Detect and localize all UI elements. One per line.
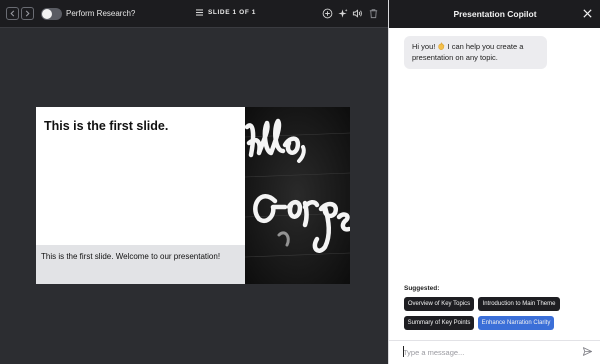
- speaker-icon: [352, 9, 362, 18]
- chevron-right-icon: [25, 10, 30, 17]
- research-toggle-label: Perform Research?: [66, 9, 136, 18]
- add-slide-button[interactable]: [322, 8, 333, 19]
- slide-canvas: This is the first slide. This is the fir…: [0, 29, 388, 364]
- slide-caption[interactable]: This is the first slide. Welcome to our …: [41, 252, 220, 261]
- delete-slide-button[interactable]: [368, 8, 379, 19]
- suggestion-chip[interactable]: Introduction to Main Theme: [478, 297, 560, 311]
- send-icon[interactable]: [582, 346, 593, 357]
- input-divider: [389, 340, 600, 341]
- suggested-label: Suggested:: [404, 285, 440, 292]
- list-icon: [196, 9, 203, 16]
- sparkle-icon: [338, 8, 348, 18]
- waving-hand-icon: [438, 42, 445, 50]
- next-slide-button[interactable]: [21, 7, 34, 20]
- assistant-message: Hi you! I can help you create a presenta…: [404, 36, 547, 69]
- suggestion-chip[interactable]: Summary of Key Points: [404, 316, 474, 330]
- chevron-left-icon: [10, 10, 15, 17]
- add-slide-icon: [322, 8, 333, 19]
- copilot-header: Presentation Copilot: [389, 0, 600, 28]
- previous-slide-button[interactable]: [6, 7, 19, 20]
- slide-1[interactable]: This is the first slide. This is the fir…: [36, 107, 350, 284]
- slide-editor: Perform Research? SLIDE 1 OF 1 This is t…: [0, 0, 388, 364]
- text-caret: [403, 346, 404, 357]
- narration-button[interactable]: [352, 8, 363, 19]
- research-toggle[interactable]: [41, 8, 62, 20]
- suggestion-chip-highlighted[interactable]: Enhance Narration Clarity: [478, 316, 554, 330]
- greeting-start: Hi you!: [412, 42, 436, 51]
- slide-image[interactable]: [245, 107, 350, 284]
- message-input[interactable]: [403, 345, 563, 359]
- slide-title[interactable]: This is the first slide.: [44, 119, 168, 133]
- toggle-knob: [42, 9, 52, 19]
- suggestion-chip[interactable]: Overview of Key Topics: [404, 297, 474, 311]
- slide-indicator: SLIDE 1 OF 1: [196, 9, 256, 16]
- neon-sign-photo: [245, 107, 350, 284]
- slide-indicator-text: SLIDE 1 OF 1: [208, 9, 257, 16]
- app-window: Perform Research? SLIDE 1 OF 1 This is t…: [0, 0, 600, 364]
- trash-icon: [369, 9, 378, 19]
- copilot-panel: Presentation Copilot Hi you! I can help …: [388, 0, 600, 364]
- copilot-title: Presentation Copilot: [453, 9, 537, 19]
- slide-caption-box: [36, 245, 245, 284]
- editor-toolbar: Perform Research? SLIDE 1 OF 1: [0, 0, 388, 28]
- close-icon[interactable]: [582, 8, 593, 19]
- magic-button[interactable]: [337, 8, 348, 19]
